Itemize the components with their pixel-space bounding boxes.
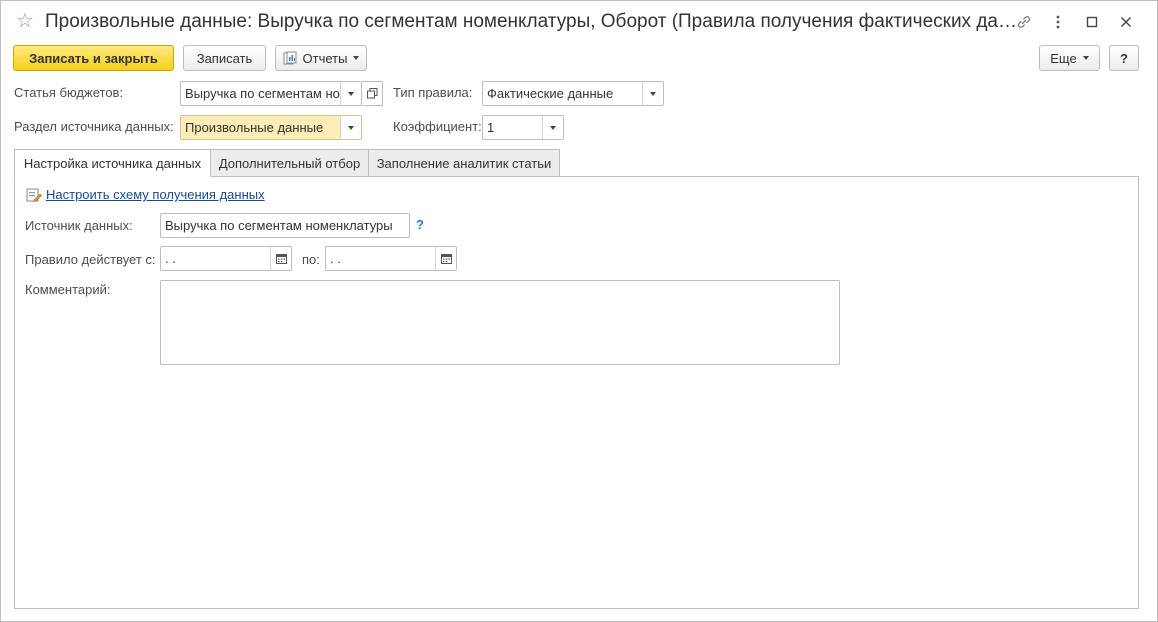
budget-item-value[interactable]: Выручка по сегментам но	[181, 82, 340, 105]
reports-label: Отчеты	[302, 50, 348, 66]
star-icon[interactable]: ☆	[16, 10, 34, 32]
data-source-field[interactable]: Выручка по сегментам номенклатуры	[160, 213, 410, 238]
source-section-label: Раздел источника данных:	[14, 119, 174, 134]
rule-type-label: Тип правила:	[393, 85, 473, 100]
rule-type-dropdown[interactable]	[642, 82, 663, 105]
title-bar: ☆ Произвольные данные: Выручка по сегмен…	[1, 1, 1157, 41]
source-section-field[interactable]: Произвольные данные	[180, 115, 362, 140]
save-button[interactable]: Записать	[183, 45, 266, 71]
open-icon[interactable]	[362, 81, 383, 106]
valid-to-value[interactable]: . .	[326, 247, 435, 270]
budget-item-label: Статья бюджетов:	[14, 85, 124, 100]
valid-from-field[interactable]: . .	[160, 246, 292, 271]
budget-item-field[interactable]: Выручка по сегментам но	[180, 81, 362, 106]
data-source-label: Источник данных:	[25, 218, 133, 233]
source-section-value[interactable]: Произвольные данные	[181, 116, 340, 139]
rule-type-value[interactable]: Фактические данные	[483, 82, 642, 105]
comment-label: Комментарий:	[25, 282, 111, 297]
tab-panel: Настроить схему получения данных Источни…	[14, 176, 1139, 609]
title-bar-actions	[1007, 11, 1143, 33]
calendar-icon[interactable]	[270, 247, 291, 270]
tab-data-source-settings[interactable]: Настройка источника данных	[14, 149, 211, 177]
chevron-down-icon	[550, 125, 556, 130]
coefficient-label: Коэффициент:	[393, 119, 482, 134]
maximize-icon[interactable]	[1075, 11, 1109, 33]
coefficient-dropdown[interactable]	[542, 116, 563, 139]
link-icon[interactable]	[1007, 11, 1041, 33]
data-source-value[interactable]: Выручка по сегментам номенклатуры	[161, 214, 409, 237]
tab-additional-filter[interactable]: Дополнительный отбор	[210, 149, 369, 177]
coefficient-value[interactable]: 1	[483, 116, 542, 139]
budget-item-dropdown[interactable]	[340, 82, 361, 105]
more-button[interactable]: Еще	[1039, 45, 1100, 71]
chevron-down-icon	[348, 125, 354, 130]
save-and-close-button[interactable]: Записать и закрыть	[13, 45, 174, 71]
help-icon[interactable]: ?	[416, 217, 424, 232]
reports-button[interactable]: Отчеты	[275, 45, 367, 71]
help-button[interactable]: ?	[1109, 45, 1139, 71]
comment-textarea[interactable]	[160, 280, 840, 365]
form-window: ☆ Произвольные данные: Выручка по сегмен…	[0, 0, 1158, 622]
source-section-dropdown[interactable]	[340, 116, 361, 139]
coefficient-field[interactable]: 1	[482, 115, 564, 140]
chevron-down-icon	[348, 91, 354, 96]
close-icon[interactable]	[1109, 11, 1143, 33]
chevron-down-icon	[1082, 56, 1089, 60]
more-vertical-icon[interactable]	[1041, 11, 1075, 33]
rule-type-field[interactable]: Фактические данные	[482, 81, 664, 106]
window-title: Произвольные данные: Выручка по сегмента…	[45, 11, 1025, 32]
valid-from-value[interactable]: . .	[161, 247, 270, 270]
valid-to-field[interactable]: . .	[325, 246, 457, 271]
valid-to-label: по:	[302, 252, 320, 267]
configure-scheme-link[interactable]: Настроить схему получения данных	[46, 187, 265, 202]
chevron-down-icon	[353, 56, 360, 60]
chevron-down-icon	[650, 91, 656, 96]
tab-item-analytics-filling[interactable]: Заполнение аналитик статьи	[368, 149, 560, 177]
settings-scheme-icon	[26, 187, 42, 206]
calendar-icon[interactable]	[435, 247, 456, 270]
reports-icon	[283, 51, 297, 65]
more-label: Еще	[1050, 50, 1077, 66]
valid-from-label: Правило действует с:	[25, 252, 156, 267]
